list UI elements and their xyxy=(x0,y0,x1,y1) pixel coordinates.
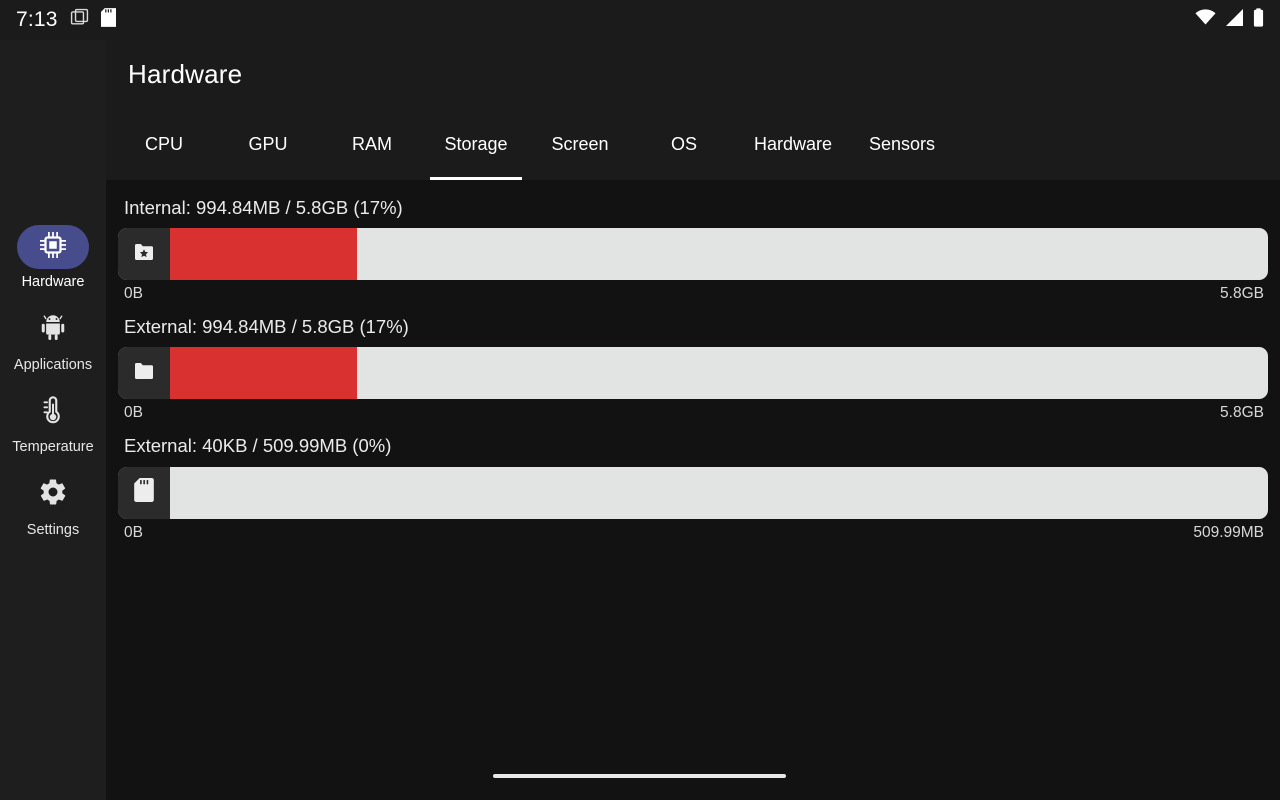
storage-min-label: 0B xyxy=(124,523,143,541)
android-robot-icon xyxy=(38,312,68,347)
wifi-icon xyxy=(1195,9,1216,31)
cpu-chip-icon xyxy=(38,230,68,265)
tab-screen-label: Screen xyxy=(551,133,609,154)
storage-used-fill xyxy=(170,347,357,400)
storage-bar-scale: 0B 5.8GB xyxy=(118,280,1268,303)
storage-progress-bar[interactable] xyxy=(118,347,1268,400)
navigation-rail: Hardware Applications Temperature Settin… xyxy=(0,40,106,800)
tab-os[interactable]: OS xyxy=(632,108,736,180)
tab-cpu[interactable]: CPU xyxy=(112,108,216,180)
storage-list: Internal: 994.84MB / 5.8GB (17%) 0B 5.8G… xyxy=(106,180,1280,542)
sidebar-item-settings-pill xyxy=(17,473,89,517)
folder-icon xyxy=(132,359,156,388)
storage-max-label: 509.99MB xyxy=(1193,523,1264,541)
sidebar-item-hardware-label: Hardware xyxy=(21,274,85,290)
sidebar-item-settings-label: Settings xyxy=(26,521,80,538)
folder-star-icon xyxy=(132,240,156,269)
page-title: Hardware xyxy=(128,58,243,89)
tab-bar: CPU GPU RAM Storage Screen OS Hardware S… xyxy=(106,108,1280,180)
storage-row-internal: Internal: 994.84MB / 5.8GB (17%) 0B 5.8G… xyxy=(118,190,1268,303)
sidebar-item-applications-pill xyxy=(17,308,89,352)
storage-icon-box xyxy=(118,466,170,519)
tab-ram-label: RAM xyxy=(352,133,392,154)
storage-bar-scale: 0B 5.8GB xyxy=(118,399,1268,422)
cellular-signal-icon xyxy=(1225,9,1244,31)
storage-progress-bar[interactable] xyxy=(118,466,1268,519)
tab-storage-label: Storage xyxy=(444,133,508,154)
sidebar-item-hardware-pill xyxy=(17,225,89,269)
tab-sensors[interactable]: Sensors xyxy=(850,108,954,180)
sd-card-icon xyxy=(100,8,116,32)
app-root: 7:13 Hardware Applications Temperature S… xyxy=(0,0,1280,800)
sidebar-item-settings[interactable]: Settings xyxy=(0,473,106,538)
tab-storage[interactable]: Storage xyxy=(424,108,528,180)
recent-apps-icon xyxy=(70,8,89,32)
storage-min-label: 0B xyxy=(124,285,143,303)
storage-progress-bar[interactable] xyxy=(118,228,1268,281)
storage-icon-box xyxy=(118,228,170,281)
sd-card-icon xyxy=(133,478,155,507)
storage-min-label: 0B xyxy=(124,404,143,422)
storage-row-external-primary: External: 994.84MB / 5.8GB (17%) 0B 5.8G… xyxy=(118,309,1268,422)
storage-row-title: External: 994.84MB / 5.8GB (17%) xyxy=(124,316,409,338)
sidebar-item-temperature-pill xyxy=(17,390,89,434)
status-bar: 7:13 xyxy=(0,0,1280,40)
tab-gpu[interactable]: GPU xyxy=(216,108,320,180)
sidebar-item-temperature-label: Temperature xyxy=(12,439,94,455)
storage-bar-scale: 0B 509.99MB xyxy=(118,519,1268,542)
sidebar-item-applications-label: Applications xyxy=(13,356,93,373)
storage-row-title: External: 40KB / 509.99MB (0%) xyxy=(124,435,392,457)
tab-os-label: OS xyxy=(670,133,697,154)
sidebar-item-hardware[interactable]: Hardware xyxy=(0,225,106,290)
tab-cpu-label: CPU xyxy=(144,133,183,154)
main-content: Hardware CPU GPU RAM Storage Screen OS H… xyxy=(106,40,1280,800)
storage-max-label: 5.8GB xyxy=(1220,285,1264,303)
sidebar-item-applications[interactable]: Applications xyxy=(0,308,106,373)
storage-row-external-sdcard: External: 40KB / 509.99MB (0%) 0B 509.99… xyxy=(118,428,1268,541)
storage-used-fill xyxy=(170,228,357,281)
storage-max-label: 5.8GB xyxy=(1220,404,1264,422)
status-bar-clock: 7:13 xyxy=(16,8,58,31)
battery-icon xyxy=(1253,8,1264,32)
tab-ram[interactable]: RAM xyxy=(320,108,424,180)
tab-gpu-label: GPU xyxy=(248,133,288,154)
storage-row-title: Internal: 994.84MB / 5.8GB (17%) xyxy=(124,197,403,218)
status-bar-left: 7:13 xyxy=(16,8,116,32)
tab-hardware-label: Hardware xyxy=(754,133,833,154)
sidebar-item-temperature[interactable]: Temperature xyxy=(0,390,106,455)
status-bar-right xyxy=(1195,8,1264,32)
thermometer-icon xyxy=(38,395,68,430)
tab-screen[interactable]: Screen xyxy=(528,108,632,180)
home-indicator[interactable] xyxy=(493,774,786,778)
gear-icon xyxy=(38,477,68,512)
tab-hardware[interactable]: Hardware xyxy=(736,108,850,180)
tab-sensors-label: Sensors xyxy=(869,133,936,154)
app-bar: Hardware xyxy=(106,40,1280,108)
storage-icon-box xyxy=(118,347,170,400)
